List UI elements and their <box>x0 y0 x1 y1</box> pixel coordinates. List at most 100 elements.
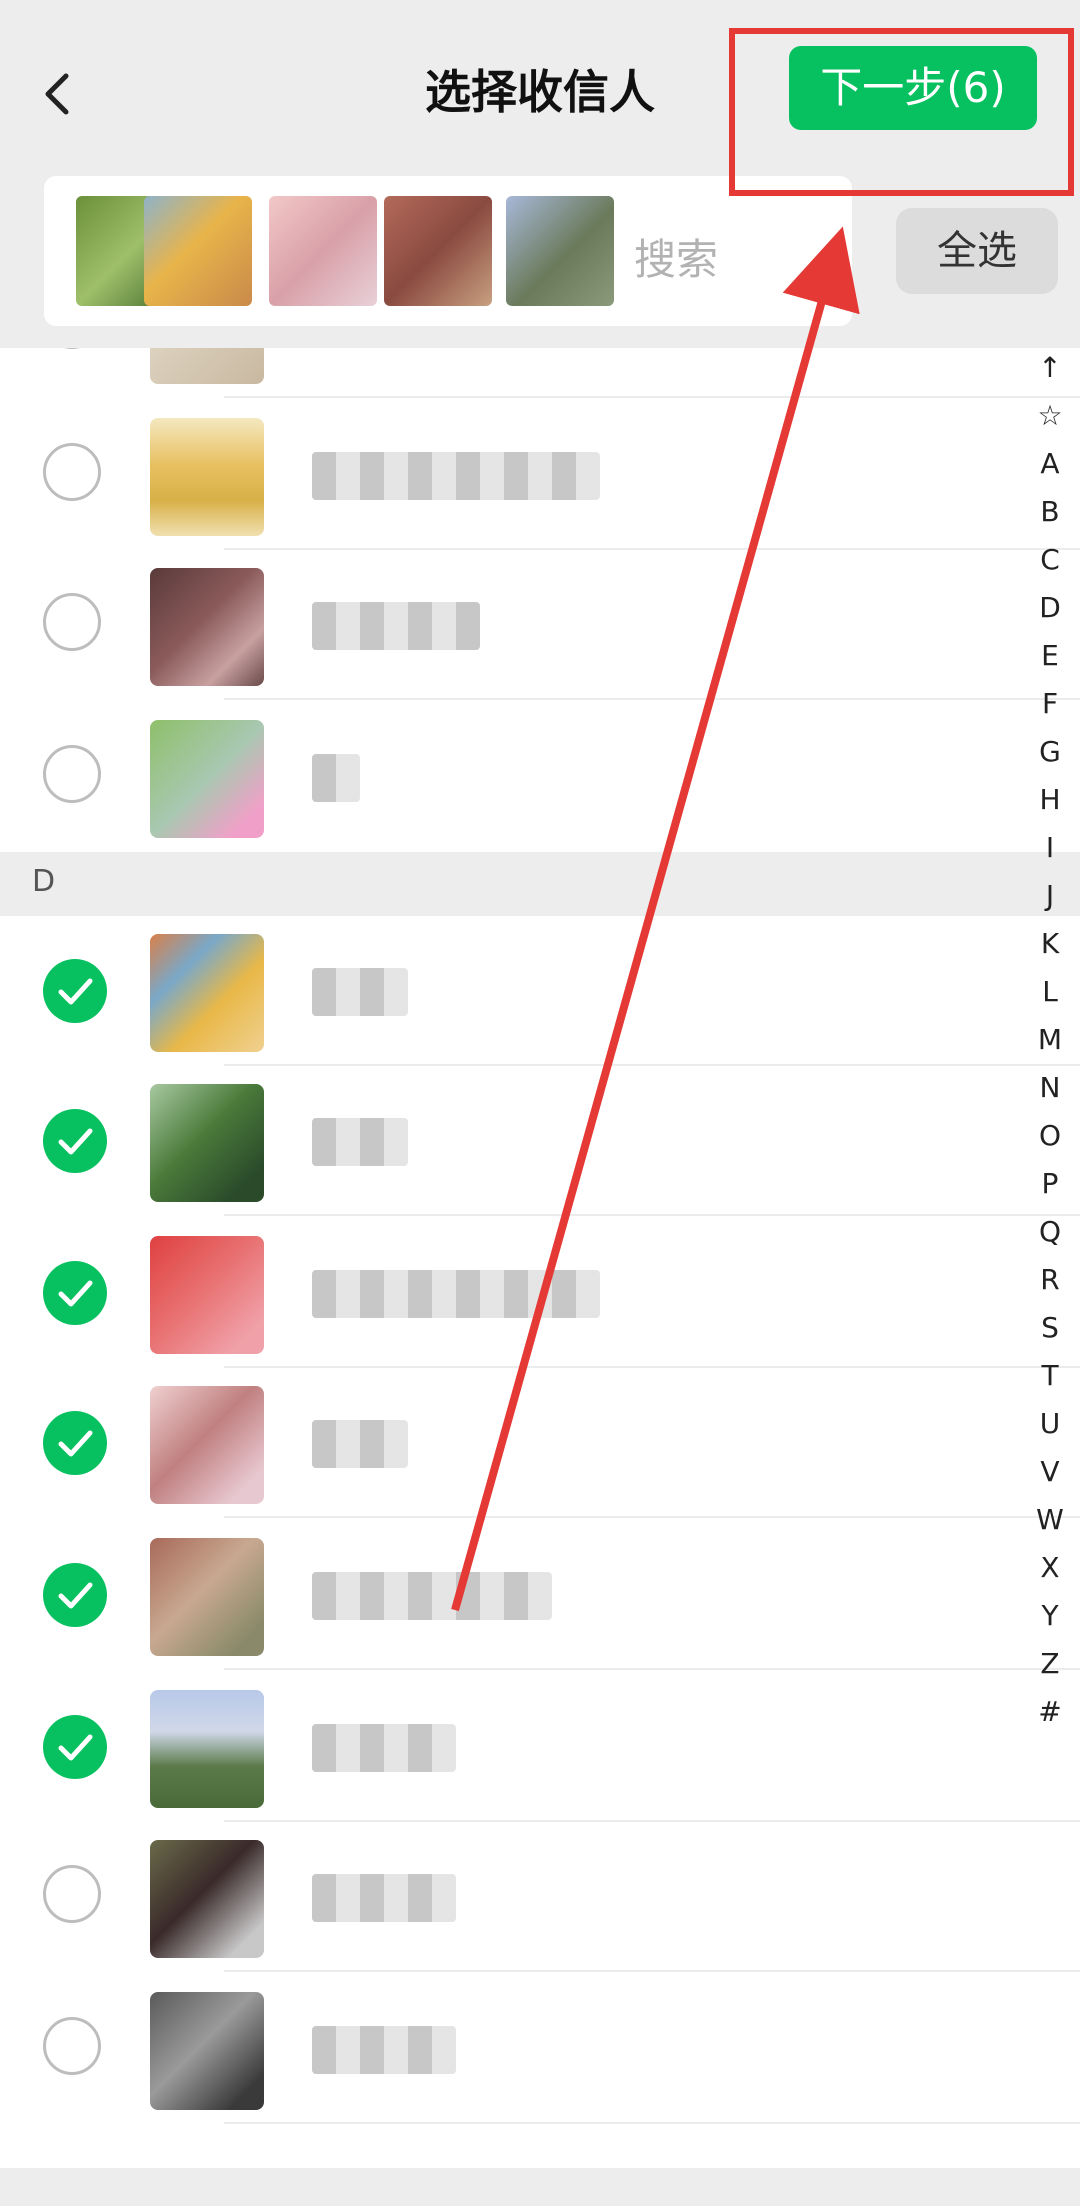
index-letter[interactable]: Q <box>1022 1208 1078 1256</box>
next-step-button[interactable]: 下一步(6) <box>789 46 1037 130</box>
checkmark-icon <box>58 978 93 1005</box>
contact-row[interactable] <box>0 348 1080 398</box>
contact-row[interactable] <box>0 400 1080 550</box>
select-all-button[interactable]: 全选 <box>896 208 1058 294</box>
unchecked-circle[interactable] <box>43 1865 101 1923</box>
row-divider <box>224 2122 1080 2124</box>
checkmark-icon <box>58 1582 93 1609</box>
contact-avatar <box>150 1992 264 2110</box>
index-letter[interactable]: L <box>1022 968 1078 1016</box>
index-letter[interactable]: G <box>1022 728 1078 776</box>
section-header-letter: D <box>32 864 56 899</box>
row-divider <box>224 396 1080 398</box>
selected-avatar[interactable] <box>506 196 614 306</box>
index-letter[interactable]: Z <box>1022 1640 1078 1688</box>
index-letter[interactable]: U <box>1022 1400 1078 1448</box>
contact-name-blurred <box>312 1724 456 1772</box>
contact-row[interactable] <box>0 1368 1080 1518</box>
contact-row[interactable] <box>0 1218 1080 1368</box>
unchecked-circle[interactable] <box>43 745 101 803</box>
checked-circle[interactable] <box>43 959 107 1023</box>
index-letter[interactable]: S <box>1022 1304 1078 1352</box>
unchecked-circle[interactable] <box>43 348 101 349</box>
index-letter[interactable]: N <box>1022 1064 1078 1112</box>
checkmark-icon <box>58 1280 93 1307</box>
back-button[interactable] <box>30 64 90 124</box>
unchecked-circle[interactable] <box>43 2017 101 2075</box>
index-letter[interactable]: K <box>1022 920 1078 968</box>
row-divider <box>224 1668 1080 1670</box>
contact-row[interactable] <box>0 702 1080 852</box>
index-letter[interactable]: W <box>1022 1496 1078 1544</box>
chevron-left-icon <box>45 73 69 115</box>
row-divider <box>224 1516 1080 1518</box>
index-letter[interactable]: ↑ <box>1022 344 1078 392</box>
unchecked-circle[interactable] <box>43 593 101 651</box>
system-navigation-bar <box>0 2168 1080 2206</box>
contact-name-blurred <box>312 968 408 1016</box>
contact-avatar <box>150 1386 264 1504</box>
contact-avatar <box>150 720 264 838</box>
alphabet-index-bar[interactable]: ↑ ☆ A B C D E F G H I J K L M N O P Q R S T U V W X Y Z # <box>1022 344 1078 1736</box>
index-letter[interactable]: ☆ <box>1022 392 1078 440</box>
index-letter[interactable]: I <box>1022 824 1078 872</box>
checkmark-icon <box>58 1430 93 1457</box>
contact-name-blurred <box>312 1118 408 1166</box>
row-divider <box>224 698 1080 700</box>
contact-name-blurred <box>312 1572 552 1620</box>
contact-avatar <box>150 1538 264 1656</box>
index-letter[interactable]: P <box>1022 1160 1078 1208</box>
index-letter[interactable]: M <box>1022 1016 1078 1064</box>
search-box[interactable]: 搜索 <box>44 176 852 326</box>
selected-avatar[interactable] <box>144 196 252 306</box>
index-letter[interactable]: R <box>1022 1256 1078 1304</box>
index-letter[interactable]: C <box>1022 536 1078 584</box>
index-letter[interactable]: E <box>1022 632 1078 680</box>
contact-name-blurred <box>312 1270 600 1318</box>
checked-circle[interactable] <box>43 1411 107 1475</box>
contact-row[interactable] <box>0 1672 1080 1822</box>
contact-row[interactable] <box>0 550 1080 700</box>
index-letter[interactable]: A <box>1022 440 1078 488</box>
search-area: 搜索 全选 <box>0 156 1080 348</box>
checked-circle[interactable] <box>43 1715 107 1779</box>
index-letter[interactable]: # <box>1022 1688 1078 1736</box>
unchecked-circle[interactable] <box>43 443 101 501</box>
index-letter[interactable]: X <box>1022 1544 1078 1592</box>
contact-avatar <box>150 934 264 1052</box>
contact-name-blurred <box>312 1420 408 1468</box>
index-letter[interactable]: O <box>1022 1112 1078 1160</box>
selected-avatar[interactable] <box>269 196 377 306</box>
checkmark-icon <box>58 1734 93 1761</box>
index-letter[interactable]: Y <box>1022 1592 1078 1640</box>
row-divider <box>224 1970 1080 1972</box>
index-letter[interactable]: H <box>1022 776 1078 824</box>
contact-row[interactable] <box>0 1974 1080 2124</box>
index-letter[interactable]: T <box>1022 1352 1078 1400</box>
index-letter[interactable]: J <box>1022 872 1078 920</box>
selected-avatar[interactable] <box>384 196 492 306</box>
checked-circle[interactable] <box>43 1109 107 1173</box>
contact-avatar <box>150 1084 264 1202</box>
checked-circle[interactable] <box>43 1563 107 1627</box>
contact-row[interactable] <box>0 916 1080 1066</box>
contact-avatar <box>150 1840 264 1958</box>
contact-avatar <box>150 418 264 536</box>
search-placeholder: 搜索 <box>634 235 719 284</box>
index-letter[interactable]: D <box>1022 584 1078 632</box>
page-title: 选择收信人 <box>425 65 655 119</box>
section-header: D <box>0 852 1080 916</box>
index-letter[interactable]: F <box>1022 680 1078 728</box>
contact-list[interactable]: D <box>0 348 1080 2168</box>
status-bar <box>0 0 1080 22</box>
contact-row[interactable] <box>0 1066 1080 1216</box>
index-letter[interactable]: V <box>1022 1448 1078 1496</box>
index-letter[interactable]: B <box>1022 488 1078 536</box>
contact-avatar <box>150 1690 264 1808</box>
contact-name-blurred <box>312 2026 456 2074</box>
contact-name-blurred <box>312 1874 456 1922</box>
checked-circle[interactable] <box>43 1261 107 1325</box>
contact-row[interactable] <box>0 1822 1080 1972</box>
contact-row[interactable] <box>0 1520 1080 1670</box>
contact-avatar <box>150 1236 264 1354</box>
